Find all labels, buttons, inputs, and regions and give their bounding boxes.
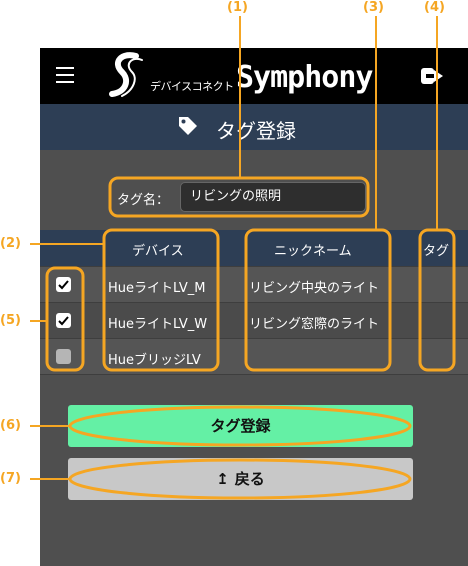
annotation-number-7: (7) [0,471,21,486]
table-row: HueブリッジLV [40,338,468,374]
logout-icon[interactable] [420,65,444,87]
symphony-logo-mark-icon [109,52,143,97]
annotation-number-2: (2) [0,236,21,251]
nickname-cell: リビング中央のライト [249,281,380,296]
app-screen: デバイスコネクト Symphony タグ登録 タグ名： リビングの照明 デバイス… [40,48,468,566]
logo-english-text: Symphony [236,60,373,95]
annotation-number-4: (4) [424,0,445,15]
back-button-label: 戻る [234,470,265,488]
table-row: HueライトLV_W リビング窓際のライト [40,302,468,338]
table-row: HueライトLV_M リビング中央のライト [40,266,468,302]
annotation-number-5: (5) [0,313,21,328]
nickname-cell: リビング窓際のライト [249,317,380,332]
column-header-device: デバイス [132,244,184,259]
row-checkbox[interactable] [56,277,71,292]
row-checkbox[interactable] [56,349,71,364]
page-title-bar: タグ登録 [40,104,468,150]
hamburger-menu-icon[interactable] [56,67,74,83]
back-arrow-icon: ↥ [216,470,229,488]
column-header-tag: タグ [423,244,450,259]
row-checkbox[interactable] [56,313,71,328]
device-table-header: デバイス ニックネーム タグ [40,230,468,266]
screenshot-root: デバイスコネクト Symphony タグ登録 タグ名： リビングの照明 デバイス… [0,0,468,566]
column-header-nickname: ニックネーム [274,244,352,259]
device-cell: HueブリッジLV [108,353,201,368]
tag-register-button[interactable]: タグ登録 [68,405,413,447]
tag-name-input[interactable]: リビングの照明 [180,182,366,212]
tag-name-label: タグ名： [117,193,170,208]
device-cell: HueライトLV_M [108,281,206,296]
table-divider [40,374,468,375]
annotation-number-6: (6) [0,418,21,433]
app-header: デバイスコネクト Symphony [40,48,468,104]
back-button[interactable]: ↥ 戻る [68,458,413,500]
annotation-number-1: (1) [227,0,248,15]
device-cell: HueライトLV_W [108,317,208,332]
page-title: タグ登録 [216,119,296,143]
annotation-number-3: (3) [363,0,384,15]
logo-japanese-text: デバイスコネクト [150,80,234,93]
tag-icon [179,117,197,135]
